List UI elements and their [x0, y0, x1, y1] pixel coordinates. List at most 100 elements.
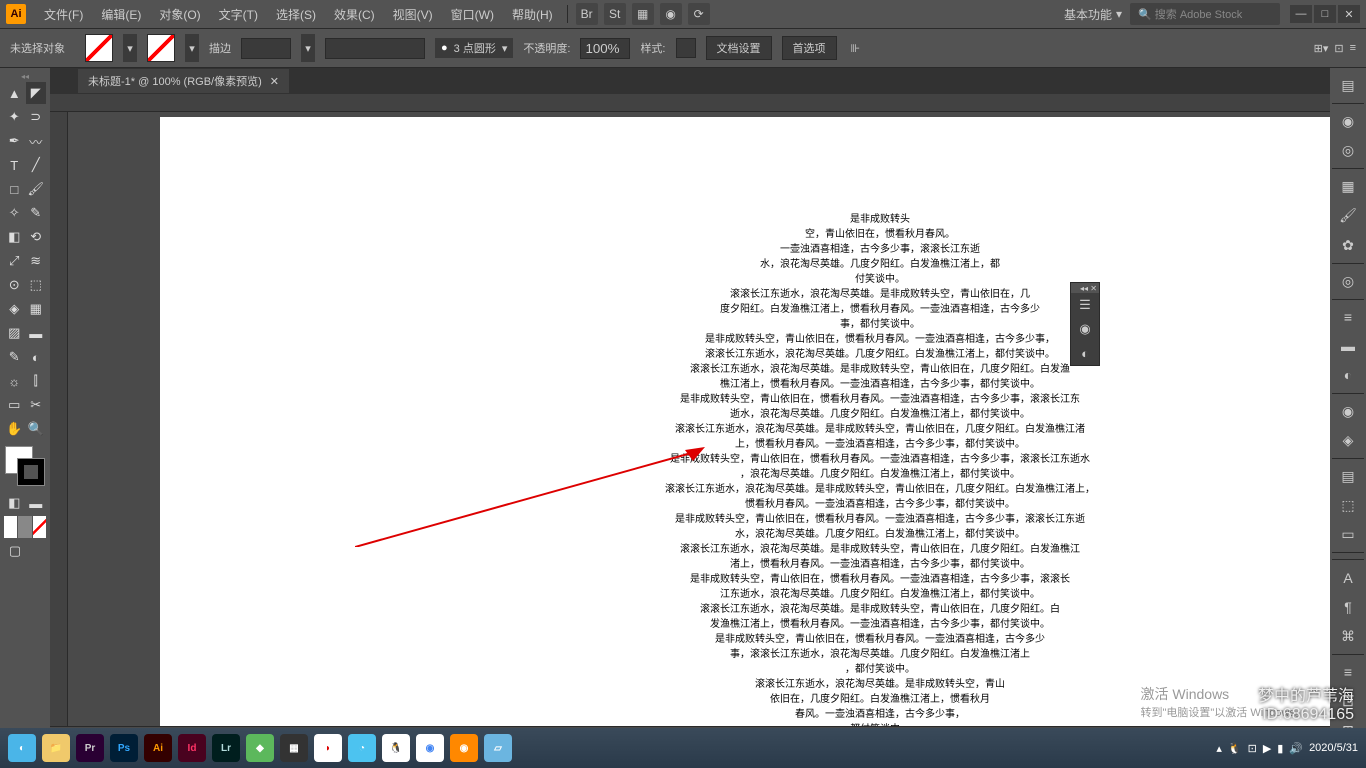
brushes-icon[interactable]: 🖌 — [1334, 202, 1362, 229]
draw-inside-icon[interactable] — [33, 516, 46, 538]
line-tool[interactable]: ╱ — [26, 154, 47, 176]
stroke-swatch[interactable] — [147, 34, 175, 62]
search-stock-input[interactable]: 🔍 搜索 Adobe Stock — [1130, 3, 1280, 25]
taskbar-app[interactable]: Lr — [212, 734, 240, 762]
eyedropper-tool[interactable]: ✎ — [4, 346, 25, 368]
shaper-tool[interactable]: ✧ — [4, 202, 25, 224]
curvature-tool[interactable]: 〰 — [26, 130, 47, 152]
align-icon[interactable]: ⊞▾ — [1314, 42, 1329, 55]
taskbar-app[interactable]: ◉ — [416, 734, 444, 762]
maximize-button[interactable]: □ — [1314, 5, 1336, 23]
sync-icon[interactable]: ⟳ — [688, 3, 710, 25]
slice-tool[interactable]: ✂ — [26, 394, 47, 416]
taskbar-app[interactable]: ▱ — [484, 734, 512, 762]
pen-tool[interactable]: ✒ — [4, 130, 25, 152]
paragraph-panel-icon[interactable]: ¶ — [1334, 594, 1362, 621]
color-well[interactable] — [5, 446, 45, 486]
taskbar-app[interactable]: ▦ — [280, 734, 308, 762]
menu-help[interactable]: 帮助(H) — [504, 2, 561, 27]
vertical-ruler[interactable] — [50, 112, 68, 726]
magic-wand-tool[interactable]: ✦ — [4, 106, 25, 128]
paintbrush-tool[interactable]: 🖌 — [26, 178, 47, 200]
hand-tool[interactable]: ✋ — [4, 418, 25, 440]
taskbar-app[interactable]: Id — [178, 734, 206, 762]
document-setup-button[interactable]: 文档设置 — [706, 36, 772, 60]
menu-object[interactable]: 对象(O) — [151, 2, 208, 27]
mesh-tool[interactable]: ▨ — [4, 322, 25, 344]
asset-export-icon[interactable]: ⬚ — [1334, 492, 1362, 519]
swatches-icon[interactable]: ▦ — [1334, 173, 1362, 200]
network-icon[interactable]: ▮ — [1277, 742, 1283, 755]
pin-icon[interactable]: ⊪ — [851, 42, 861, 55]
taskbar-app[interactable]: ◔ — [348, 734, 376, 762]
draw-behind-icon[interactable] — [18, 516, 31, 538]
gradient-mode-icon[interactable]: ▬ — [26, 492, 47, 514]
stroke-panel-icon[interactable]: ≡ — [1334, 304, 1362, 331]
character-panel-icon[interactable]: A — [1334, 564, 1362, 591]
menu-file[interactable]: 文件(F) — [36, 2, 91, 27]
menu-view[interactable]: 视图(V) — [385, 2, 441, 27]
close-button[interactable]: ✕ — [1338, 5, 1360, 23]
opentype-icon[interactable]: ◐ — [1071, 341, 1099, 365]
clock-date[interactable]: 2020/5/31 — [1309, 742, 1358, 754]
style-swatch[interactable] — [676, 38, 696, 58]
color-mode-icon[interactable]: ◧ — [4, 492, 25, 514]
rectangle-tool[interactable]: □ — [4, 178, 25, 200]
gpu-icon[interactable]: ◉ — [660, 3, 682, 25]
tray-up-icon[interactable]: ▴ — [1216, 742, 1222, 755]
transform-panel-icon[interactable]: ⊡ — [1334, 42, 1343, 55]
layers-icon[interactable]: ▤ — [1334, 463, 1362, 490]
column-graph-tool[interactable]: ⫿ — [26, 370, 47, 392]
paragraph-icon[interactable]: ◉ — [1071, 317, 1099, 341]
direct-selection-tool[interactable]: ◤ — [26, 82, 47, 104]
workspace-selector[interactable]: 基本功能 ▾ — [1058, 4, 1128, 25]
width-tool[interactable]: ≋ — [26, 250, 47, 272]
warp-tool[interactable]: ⊙ — [4, 274, 25, 296]
artboards-icon[interactable]: ▭ — [1334, 521, 1362, 548]
brush-selector[interactable]: ● 3 点圆形 ▾ — [435, 38, 513, 58]
symbols-icon[interactable]: ✿ — [1334, 231, 1362, 258]
qq-icon[interactable]: 🐧 — [1228, 742, 1242, 755]
gradient-panel-icon[interactable]: ▬ — [1334, 333, 1362, 360]
horizontal-ruler[interactable] — [50, 94, 1330, 112]
type-tool[interactable]: T — [4, 154, 25, 176]
panel-header[interactable]: ◂◂ ✕ — [1071, 283, 1099, 293]
stroke-weight-dropdown[interactable]: ▾ — [301, 34, 315, 62]
menu-edit[interactable]: 编辑(E) — [93, 2, 149, 27]
blend-tool[interactable]: ◐ — [26, 346, 47, 368]
zoom-tool[interactable]: 🔍 — [26, 418, 47, 440]
appearance-icon[interactable]: ◉ — [1334, 398, 1362, 425]
color-panel-icon[interactable]: ◉ — [1334, 108, 1362, 135]
free-transform-tool[interactable]: ⬚ — [26, 274, 47, 296]
taskbar-app[interactable]: 📁 — [42, 734, 70, 762]
gradient-tool[interactable]: ▬ — [26, 322, 47, 344]
system-tray[interactable]: ▴ 🐧 ⊡ ▶ ▮ 🔊 2020/5/31 — [1216, 742, 1358, 755]
bridge-icon[interactable]: Br — [576, 3, 598, 25]
arrange-icon[interactable]: ▦ — [632, 3, 654, 25]
profile-input[interactable] — [325, 38, 425, 59]
menu-icon[interactable]: ≡ — [1350, 42, 1356, 55]
floating-panel[interactable]: ◂◂ ✕ ☰ ◉ ◐ — [1070, 282, 1100, 366]
taskbar-app[interactable]: ◐ — [8, 734, 36, 762]
transparency-icon[interactable]: ◐ — [1334, 362, 1362, 389]
menu-select[interactable]: 选择(S) — [268, 2, 324, 27]
shape-builder-tool[interactable]: ◈ — [4, 298, 25, 320]
symbol-sprayer-tool[interactable]: ☼ — [4, 370, 25, 392]
tray-icon[interactable]: ⊡ — [1248, 742, 1257, 755]
menu-window[interactable]: 窗口(W) — [443, 2, 502, 27]
lasso-tool[interactable]: ⊃ — [26, 106, 47, 128]
taskbar-app[interactable]: ◗ — [314, 734, 342, 762]
glyphs-icon[interactable]: ⌘ — [1334, 623, 1362, 650]
perspective-tool[interactable]: ▦ — [26, 298, 47, 320]
scale-tool[interactable]: ⤢ — [4, 250, 25, 272]
stroke-weight-input[interactable] — [241, 38, 291, 59]
stock-icon[interactable]: St — [604, 3, 626, 25]
color-guide-icon[interactable]: ◎ — [1334, 137, 1362, 164]
draw-normal-icon[interactable] — [4, 516, 17, 538]
taskbar-app[interactable]: ◉ — [450, 734, 478, 762]
volume-icon[interactable]: 🔊 — [1289, 742, 1303, 755]
pencil-tool[interactable]: ✎ — [26, 202, 47, 224]
properties-icon[interactable]: ▤ — [1334, 72, 1362, 99]
fill-swatch[interactable] — [85, 34, 113, 62]
cc-libraries-icon[interactable]: ◎ — [1334, 268, 1362, 295]
